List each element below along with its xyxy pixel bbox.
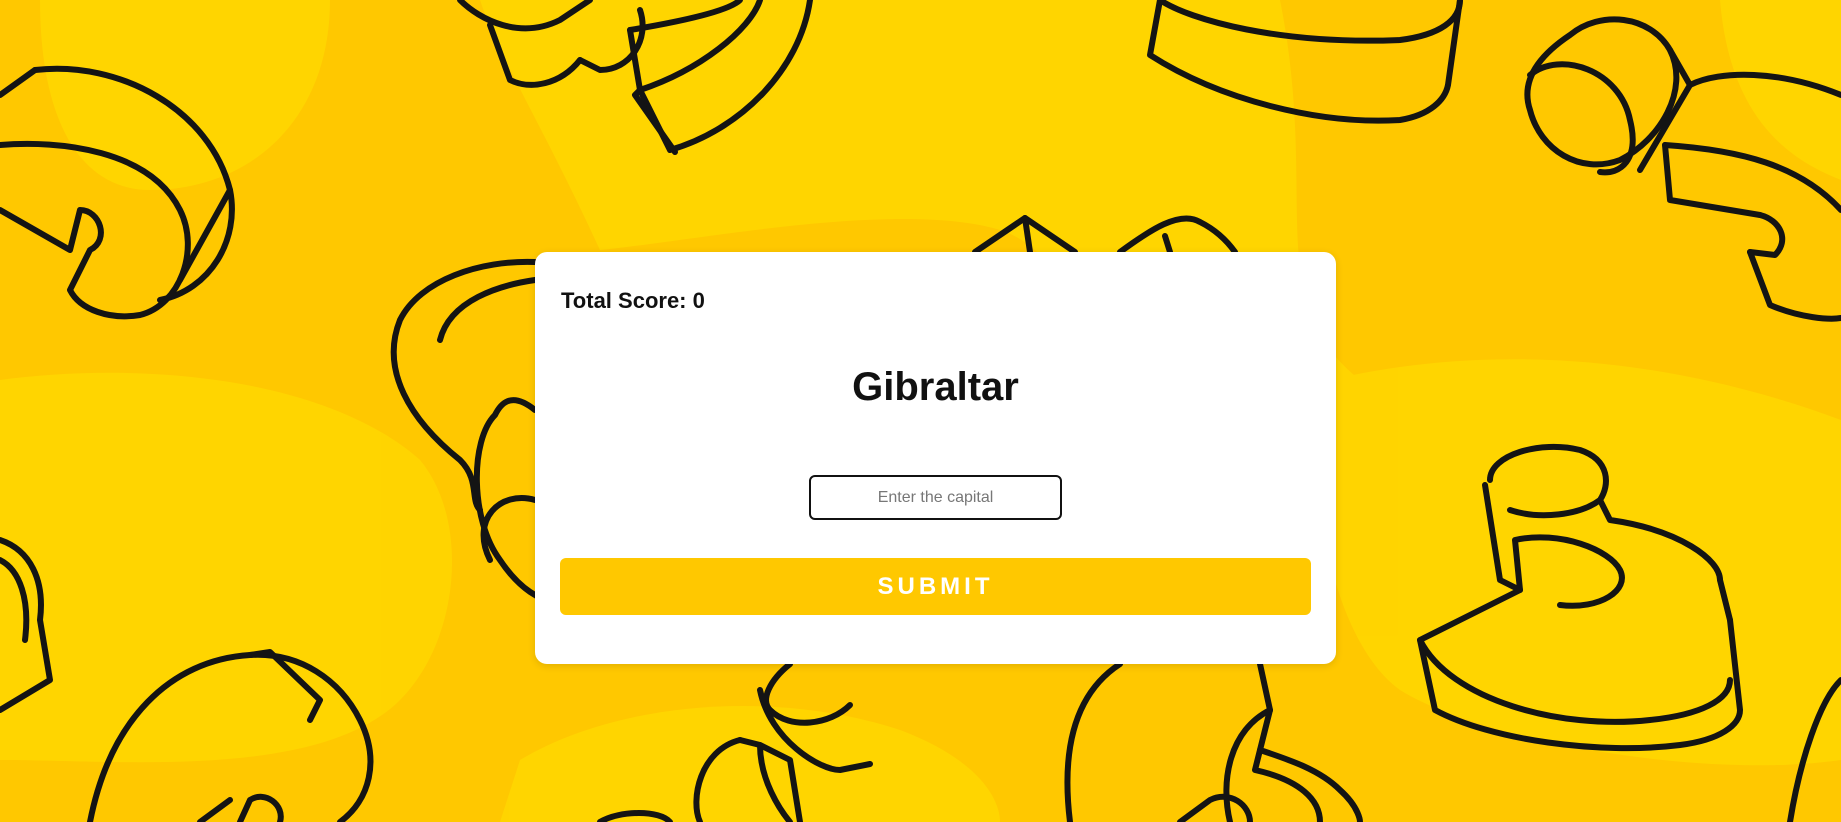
submit-button[interactable]: SUBMIT [560, 558, 1311, 615]
capital-input[interactable] [809, 475, 1062, 520]
quiz-card: Total Score: 0 Gibraltar SUBMIT [535, 252, 1336, 664]
country-name: Gibraltar [852, 365, 1019, 409]
total-score: Total Score: 0 [561, 288, 705, 313]
